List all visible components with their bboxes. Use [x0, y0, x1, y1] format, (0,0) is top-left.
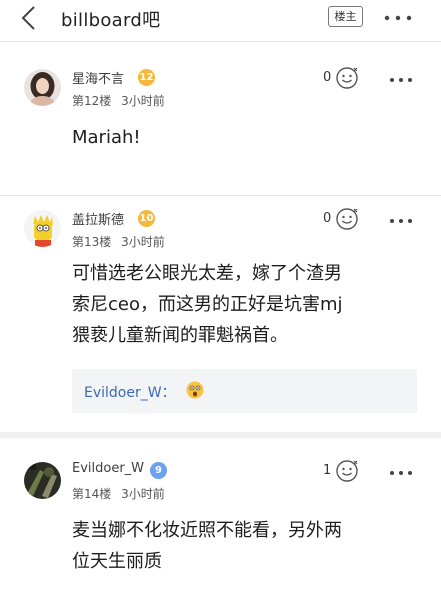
content-line: 索尼ceo，而这男的正好是坑害mj: [72, 294, 343, 315]
avatar[interactable]: [24, 69, 61, 106]
like-face-icon[interactable]: [335, 458, 361, 482]
like-face-icon[interactable]: [335, 206, 361, 230]
sub-reply[interactable]: Evildoer_W：: [72, 369, 417, 413]
post-meta: 第14楼 3小时前: [72, 485, 165, 502]
avatar[interactable]: [24, 210, 61, 247]
like-count: 0: [323, 70, 332, 85]
username[interactable]: 盖拉斯德: [72, 209, 124, 228]
topbar-divider: [0, 41, 441, 42]
avatar[interactable]: [24, 462, 61, 499]
post-content: Mariah!: [72, 122, 141, 153]
post-divider: [0, 195, 441, 196]
like-count: 1: [323, 463, 332, 478]
content-line: Mariah!: [72, 127, 141, 148]
like-count: 0: [323, 211, 332, 226]
level-badge: 12: [138, 69, 155, 86]
content-line: 位天生丽质: [72, 551, 162, 572]
sub-reply-author[interactable]: Evildoer_W：: [84, 382, 176, 402]
post-content: 可惜选老公眼光太差，嫁了个渣男 索尼ceo，而这男的正好是坑害mj 猥亵儿童新闻…: [72, 258, 343, 351]
back-arrow-icon[interactable]: [18, 5, 40, 31]
content-line: 猥亵儿童新闻的罪魁祸首。: [72, 325, 288, 346]
top-bar: billboard吧 楼主: [0, 0, 441, 38]
post-more-icon[interactable]: [389, 77, 413, 83]
content-line: 麦当娜不化妆近照不能看，另外两: [72, 520, 342, 541]
floor-number: 第12楼: [72, 94, 112, 108]
post-meta: 第12楼 3小时前: [72, 92, 165, 109]
level-badge: 10: [138, 210, 155, 227]
forum-title[interactable]: billboard吧: [61, 6, 160, 32]
post-more-icon[interactable]: [389, 218, 413, 224]
post-more-icon[interactable]: [389, 470, 413, 476]
username[interactable]: 星海不言: [72, 68, 124, 87]
post-time: 3小时前: [121, 487, 165, 501]
post-divider: [0, 432, 441, 438]
post-time: 3小时前: [121, 235, 165, 249]
floor-number: 第13楼: [72, 235, 112, 249]
level-badge: 9: [150, 462, 167, 479]
more-icon[interactable]: [384, 15, 412, 21]
only-op-toggle[interactable]: 楼主: [328, 6, 363, 27]
content-line: 可惜选老公眼光太差，嫁了个渣男: [72, 263, 342, 284]
post-meta: 第13楼 3小时前: [72, 233, 165, 250]
floor-number: 第14楼: [72, 487, 112, 501]
post-content: 麦当娜不化妆近照不能看，另外两 位天生丽质: [72, 515, 342, 577]
post-time: 3小时前: [121, 94, 165, 108]
username[interactable]: Evildoer_W: [72, 461, 144, 476]
surprised-emoji-icon: [186, 381, 204, 399]
like-face-icon[interactable]: [335, 65, 361, 89]
